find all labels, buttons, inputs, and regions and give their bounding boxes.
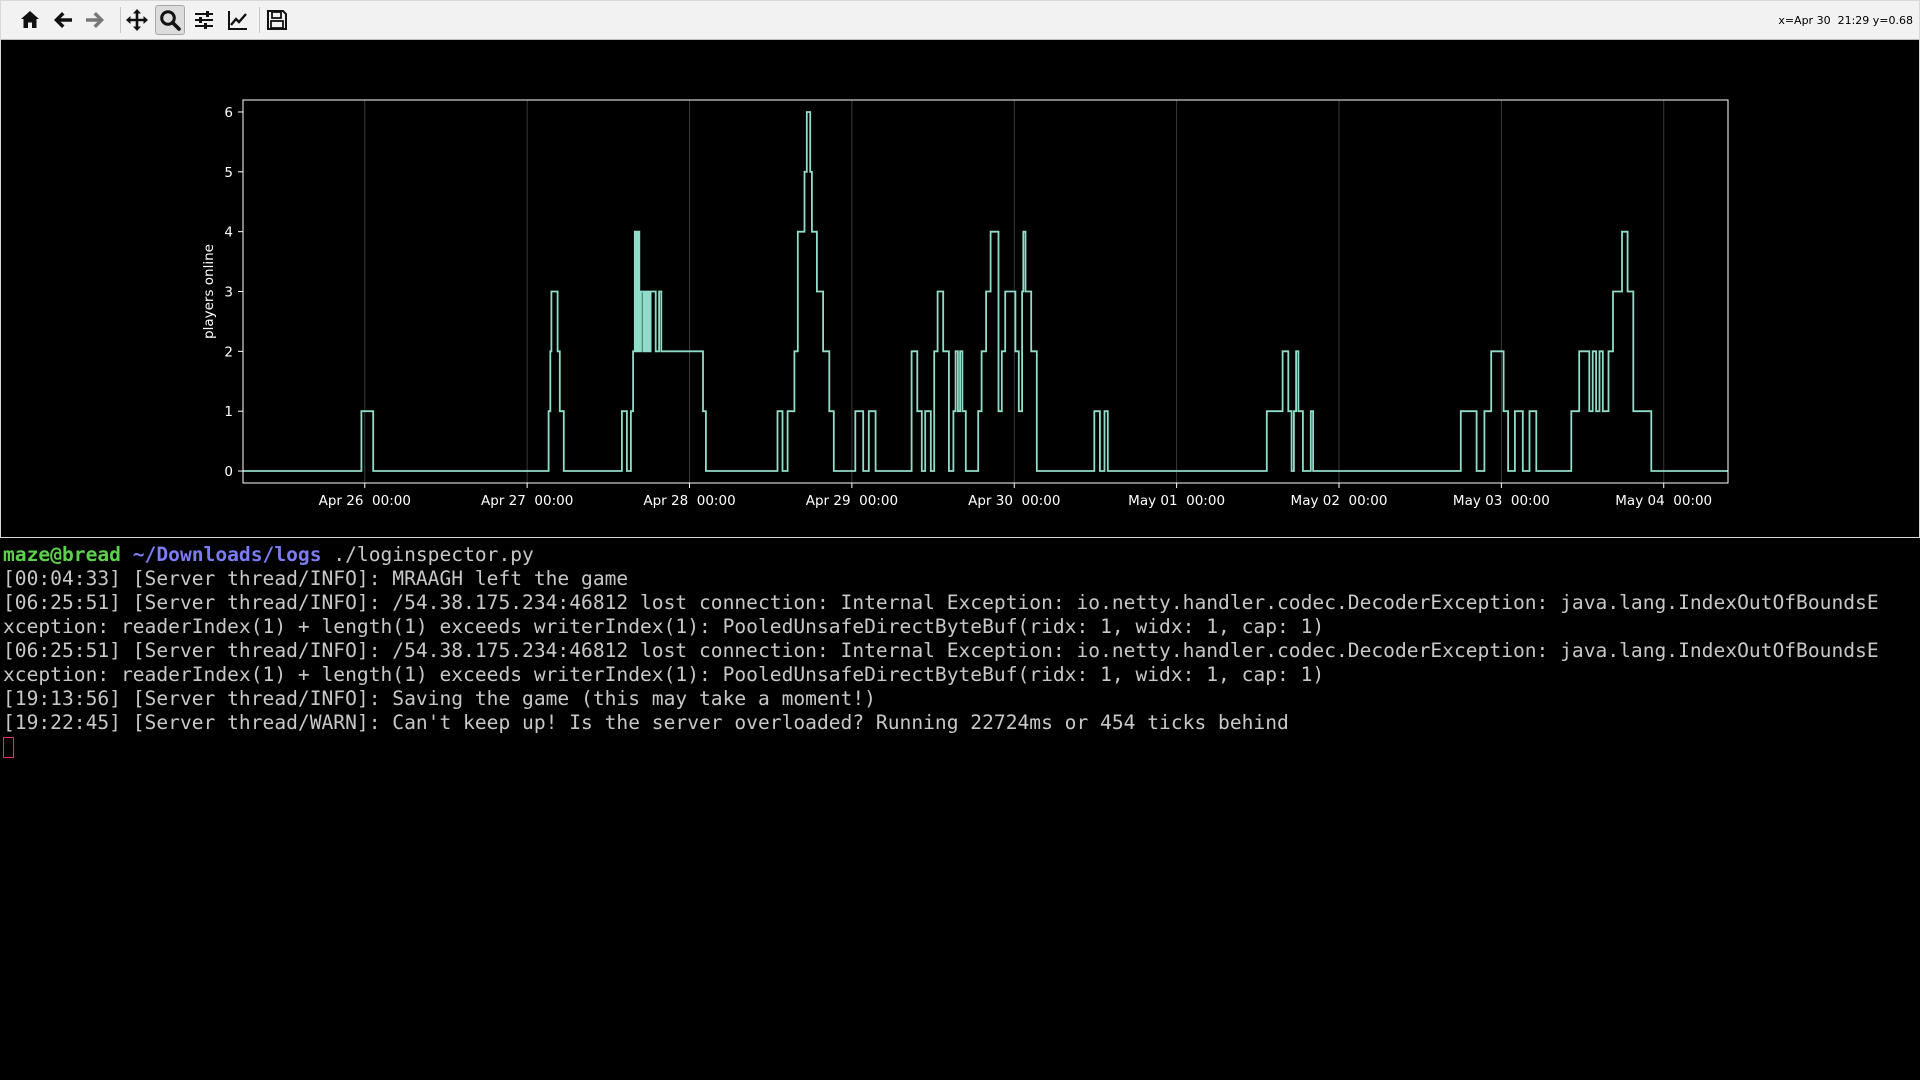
- x-tick-label: Apr 30 00:00: [968, 493, 1060, 509]
- y-tick-label: 5: [224, 165, 233, 181]
- log-line: [19:22:45] [Server thread/WARN]: Can't k…: [3, 711, 1289, 734]
- log-line: xception: readerIndex(1) + length(1) exc…: [3, 663, 1325, 686]
- navigation-toolbar: x=Apr 30 21:29 y=0.68: [1, 1, 1919, 40]
- home-button[interactable]: [15, 5, 45, 35]
- prompt-command: ./loginspector.py: [333, 543, 534, 566]
- floppy-disk-icon: [267, 10, 287, 30]
- log-line: [06:25:51] [Server thread/INFO]: /54.38.…: [3, 639, 1879, 662]
- edit-axes-button[interactable]: [223, 5, 253, 35]
- y-axis-label: players online: [201, 244, 217, 339]
- forward-button[interactable]: [80, 5, 110, 35]
- magnifier-icon: [160, 10, 181, 31]
- y-tick-label: 0: [224, 464, 233, 480]
- pan-button[interactable]: [122, 5, 152, 35]
- x-tick-label: Apr 28 00:00: [643, 493, 735, 509]
- terminal[interactable]: maze@bread ~/Downloads/logs ./loginspect…: [0, 543, 1920, 1080]
- log-line: xception: readerIndex(1) + length(1) exc…: [3, 615, 1325, 638]
- log-line: [06:25:51] [Server thread/INFO]: /54.38.…: [3, 591, 1879, 614]
- x-tick-label: Apr 29 00:00: [806, 493, 898, 509]
- y-tick-label: 4: [224, 225, 233, 241]
- sliders-icon: [195, 11, 213, 29]
- prompt-line: maze@bread ~/Downloads/logs ./loginspect…: [3, 543, 1920, 567]
- toolbar-separator: [120, 7, 121, 33]
- terminal-cursor: [3, 737, 14, 758]
- y-tick-label: 3: [224, 285, 233, 301]
- cursor-coordinates: x=Apr 30 21:29 y=0.68: [1778, 14, 1913, 27]
- x-tick-label: May 02 00:00: [1291, 493, 1388, 509]
- move-icon: [126, 9, 148, 31]
- plot-window: x=Apr 30 21:29 y=0.68 Apr 26 00:00 Apr 27…: [0, 0, 1920, 538]
- y-tick-label: 6: [224, 105, 233, 121]
- zoom-button[interactable]: [155, 5, 185, 35]
- x-tick-label: May 03 00:00: [1453, 493, 1550, 509]
- line-chart-icon: [228, 11, 247, 30]
- y-tick-label: 1: [224, 404, 233, 420]
- x-tick-label: May 04 00:00: [1615, 493, 1712, 509]
- back-button[interactable]: [48, 5, 78, 35]
- configure-subplots-button[interactable]: [189, 5, 219, 35]
- y-tick-label: 2: [224, 344, 233, 360]
- x-tick-label: Apr 26 00:00: [319, 493, 411, 509]
- arrow-right-icon: [86, 12, 104, 28]
- toolbar-separator: [259, 7, 260, 33]
- log-line: [19:13:56] [Server thread/INFO]: Saving …: [3, 687, 876, 710]
- players-online-chart[interactable]: Apr 26 00:00 Apr 27 00:00 Apr 28 00:00 Apr …: [1, 40, 1919, 537]
- x-tick-label: May 01 00:00: [1128, 493, 1225, 509]
- series-line: [243, 111, 1728, 472]
- x-tick-label: Apr 27 00:00: [481, 493, 573, 509]
- prompt-user: maze@bread: [3, 543, 121, 566]
- home-icon: [21, 11, 39, 28]
- arrow-left-icon: [54, 12, 72, 28]
- prompt-path: ~/Downloads/logs: [132, 543, 322, 566]
- cursor-line: [3, 735, 1920, 759]
- save-button[interactable]: [262, 5, 292, 35]
- log-line: [00:04:33] [Server thread/INFO]: MRAAGH …: [3, 567, 629, 590]
